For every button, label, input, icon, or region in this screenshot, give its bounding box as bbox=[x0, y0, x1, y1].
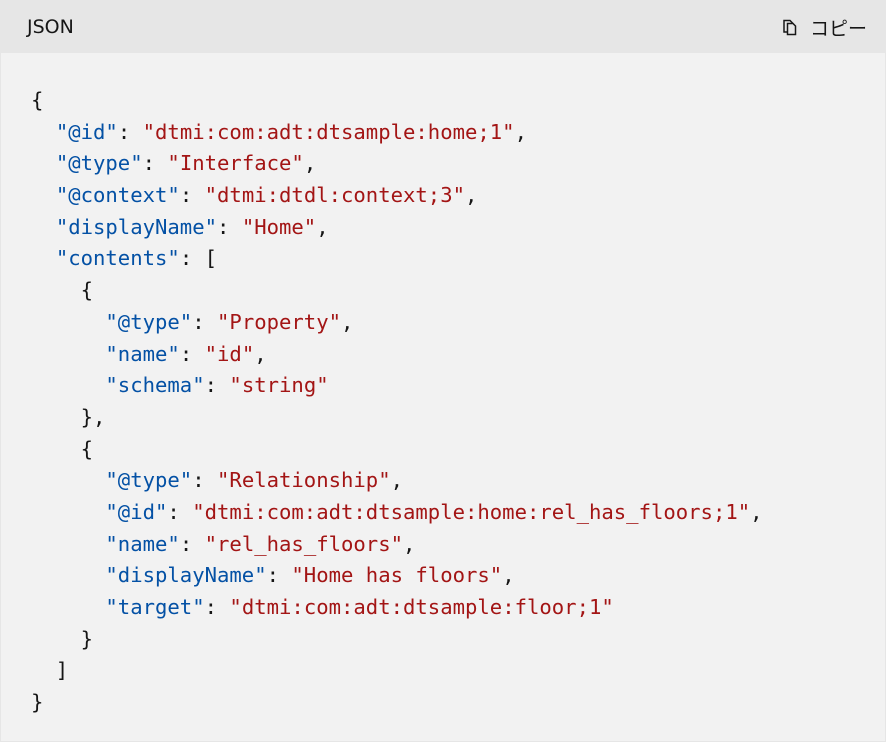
json-punctuation: ] bbox=[31, 658, 69, 683]
code-block: JSON コピー { "@id": "dtmi:com:adt:dtsample… bbox=[0, 0, 886, 742]
json-punctuation: { bbox=[31, 278, 93, 303]
json-key: "@id" bbox=[55, 119, 118, 144]
json-punctuation bbox=[31, 500, 105, 524]
json-punctuation: : bbox=[217, 214, 242, 239]
json-punctuation: : bbox=[204, 373, 230, 398]
code-line: "contents": [ bbox=[31, 243, 885, 275]
json-key: "@type" bbox=[105, 468, 193, 493]
json-punctuation: , bbox=[341, 309, 354, 334]
code-line: }, bbox=[31, 402, 885, 434]
json-key: "schema" bbox=[105, 373, 205, 398]
copy-button[interactable]: コピー bbox=[780, 14, 867, 41]
json-punctuation: : bbox=[117, 119, 143, 144]
json-punctuation: { bbox=[31, 88, 44, 112]
json-punctuation bbox=[31, 373, 105, 397]
code-line: "@id": "dtmi:com:adt:dtsample:home;1", bbox=[31, 117, 885, 149]
json-punctuation: : bbox=[179, 531, 205, 556]
code-line: "@context": "dtmi:dtdl:context;3", bbox=[31, 180, 885, 212]
json-punctuation: : bbox=[179, 341, 205, 366]
code-line: { bbox=[31, 434, 885, 466]
code-line: "schema": "string" bbox=[31, 370, 885, 402]
code-line: "displayName": "Home has floors", bbox=[31, 560, 885, 592]
json-punctuation bbox=[31, 310, 105, 334]
json-punctuation: { bbox=[31, 436, 93, 461]
json-punctuation bbox=[31, 151, 56, 175]
json-key: "@type" bbox=[105, 309, 193, 334]
copy-button-label: コピー bbox=[809, 17, 867, 40]
code-line: "name": "rel_has_floors", bbox=[31, 529, 885, 561]
code-line: "@id": "dtmi:com:adt:dtsample:home:rel_h… bbox=[31, 497, 885, 529]
json-punctuation bbox=[31, 468, 105, 492]
json-punctuation bbox=[31, 532, 105, 556]
json-punctuation: : bbox=[266, 563, 292, 588]
json-punctuation bbox=[31, 215, 56, 239]
json-string: "dtmi:com:adt:dtsample:floor;1" bbox=[229, 595, 614, 619]
json-punctuation bbox=[31, 342, 105, 366]
json-string: "Home" bbox=[241, 214, 317, 239]
code-line: "@type": "Interface", bbox=[31, 148, 885, 180]
copy-icon bbox=[780, 17, 800, 37]
json-punctuation: , bbox=[750, 499, 763, 524]
json-key: "displayName" bbox=[55, 214, 217, 239]
code-line: } bbox=[31, 624, 885, 656]
json-punctuation: , bbox=[316, 214, 329, 239]
json-punctuation: , bbox=[254, 341, 267, 366]
json-punctuation: : bbox=[142, 151, 168, 176]
json-punctuation bbox=[31, 120, 56, 144]
json-punctuation: }, bbox=[31, 404, 106, 429]
json-string: "Relationship" bbox=[217, 468, 391, 493]
json-punctuation bbox=[31, 563, 105, 587]
json-punctuation: , bbox=[403, 531, 416, 556]
json-key: "name" bbox=[105, 531, 180, 556]
language-label: JSON bbox=[27, 16, 74, 38]
json-punctuation: , bbox=[390, 468, 404, 493]
json-punctuation: : bbox=[192, 468, 218, 493]
json-punctuation: : bbox=[192, 309, 218, 334]
code-line: "@type": "Property", bbox=[31, 307, 885, 339]
json-string: "Home has floors" bbox=[291, 563, 503, 588]
code-content: { "@id": "dtmi:com:adt:dtsample:home;1",… bbox=[1, 53, 885, 719]
json-string: "Interface" bbox=[167, 151, 304, 176]
json-punctuation: : bbox=[179, 183, 205, 208]
json-key: "@id" bbox=[105, 499, 168, 524]
json-string: "dtmi:com:adt:dtsample:home;1" bbox=[142, 119, 515, 144]
json-punctuation bbox=[31, 246, 56, 270]
json-key: "target" bbox=[105, 595, 205, 619]
json-string: "string" bbox=[229, 373, 329, 398]
json-string: "rel_has_floors" bbox=[204, 531, 404, 556]
code-line: { bbox=[31, 85, 885, 117]
json-key: "@context" bbox=[55, 183, 180, 208]
code-line: "@type": "Relationship", bbox=[31, 465, 885, 497]
json-punctuation: } bbox=[31, 690, 44, 715]
code-line: { bbox=[31, 275, 885, 307]
json-string: "dtmi:com:adt:dtsample:home:rel_has_floo… bbox=[192, 499, 751, 524]
json-key: "displayName" bbox=[105, 563, 267, 588]
code-line: } bbox=[31, 687, 885, 719]
code-block-header: JSON コピー bbox=[1, 1, 885, 53]
json-punctuation: : bbox=[204, 595, 230, 619]
json-string: "id" bbox=[204, 341, 255, 366]
code-line: "name": "id", bbox=[31, 339, 885, 371]
json-punctuation: } bbox=[31, 626, 93, 651]
json-punctuation: , bbox=[502, 563, 515, 588]
code-line: ] bbox=[31, 655, 885, 687]
json-punctuation bbox=[31, 183, 56, 207]
json-punctuation bbox=[31, 595, 105, 619]
json-key: "@type" bbox=[55, 151, 143, 176]
code-line: "target": "dtmi:com:adt:dtsample:floor;1… bbox=[31, 592, 885, 624]
json-punctuation: , bbox=[465, 183, 478, 208]
code-line: "displayName": "Home", bbox=[31, 212, 885, 244]
json-punctuation: , bbox=[303, 151, 317, 176]
json-punctuation: , bbox=[514, 119, 527, 144]
json-punctuation: : [ bbox=[179, 246, 218, 271]
json-punctuation: : bbox=[167, 499, 193, 524]
json-string: "Property" bbox=[217, 309, 342, 334]
json-key: "contents" bbox=[55, 246, 180, 271]
json-string: "dtmi:dtdl:context;3" bbox=[204, 183, 465, 208]
json-key: "name" bbox=[105, 341, 180, 366]
